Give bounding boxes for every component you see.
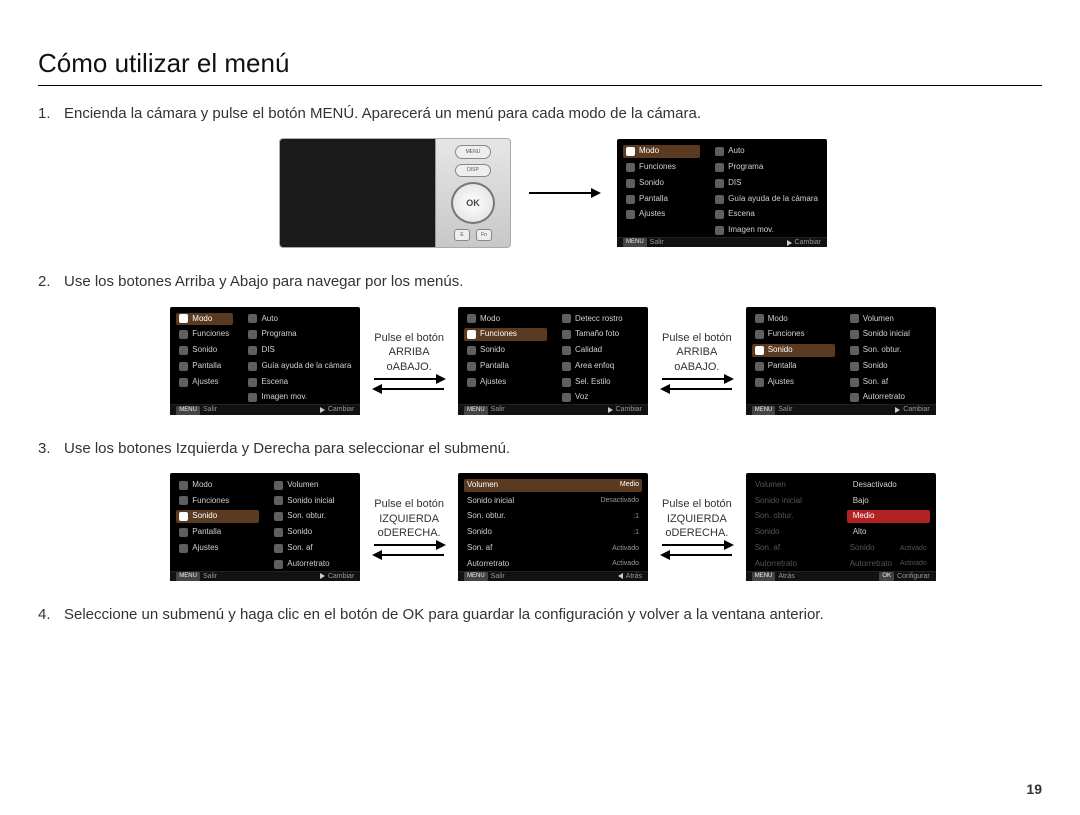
arrow-left-icon [662, 388, 732, 390]
title-rule [38, 85, 1042, 86]
fn-button-icon: Fn [476, 229, 492, 241]
arrow-right-icon [662, 544, 732, 546]
ok-button-icon: OK [451, 182, 495, 224]
nav-label-lr-1: Pulse el botónIZQUIERDAoDERECHA. [372, 497, 446, 556]
page-number: 19 [1026, 781, 1042, 797]
osd-screen-2c: ModoFuncionesSonidoPantallaAjustesVolume… [746, 307, 936, 415]
nav-label-updown-2: Pulse el botónARRIBAoABAJO. [660, 331, 734, 390]
osd-screen-3c: VolumenSonido inicialSon. obtur.SonidoSo… [746, 473, 936, 581]
camera-back-illustration: MENU DISP OK E Fn [279, 138, 511, 248]
arrow-right-icon [662, 378, 732, 380]
arrow-left-icon [662, 554, 732, 556]
nav-label-updown-1: Pulse el botónARRIBAoABAJO. [372, 331, 446, 390]
menu-button-icon: MENU [455, 145, 491, 158]
step-2: 2. Use los botones Arriba y Abajo para n… [38, 272, 1042, 414]
osd-screen-1: ModoFuncionesSonidoPantallaAjustesAutoPr… [617, 139, 827, 247]
nav-label-lr-2: Pulse el botónIZQUIERDAoDERECHA. [660, 497, 734, 556]
arrow-right-icon [374, 544, 444, 546]
osd-screen-3b: VolumenMedioSonido inicialDesactivadoSon… [458, 473, 648, 581]
osd-screen-3a: ModoFuncionesSonidoPantallaAjustesVolume… [170, 473, 360, 581]
arrow-left-icon [374, 388, 444, 390]
arrow-right-icon [529, 192, 599, 194]
arrow-left-icon [374, 554, 444, 556]
osd-screen-2b: ModoFuncionesSonidoPantallaAjustesDetecc… [458, 307, 648, 415]
step-4: 4. Seleccione un submenú y haga clic en … [38, 605, 1042, 625]
osd-screen-2a: ModoFuncionesSonidoPantallaAjustesAutoPr… [170, 307, 360, 415]
step-3: 3. Use los botones Izquierda y Derecha p… [38, 439, 1042, 581]
page-title: Cómo utilizar el menú [38, 48, 1042, 79]
disp-button-icon: DISP [455, 164, 491, 177]
step-1: 1. Encienda la cámara y pulse el botón M… [38, 104, 1042, 248]
e-button-icon: E [454, 229, 470, 241]
arrow-right-icon [374, 378, 444, 380]
